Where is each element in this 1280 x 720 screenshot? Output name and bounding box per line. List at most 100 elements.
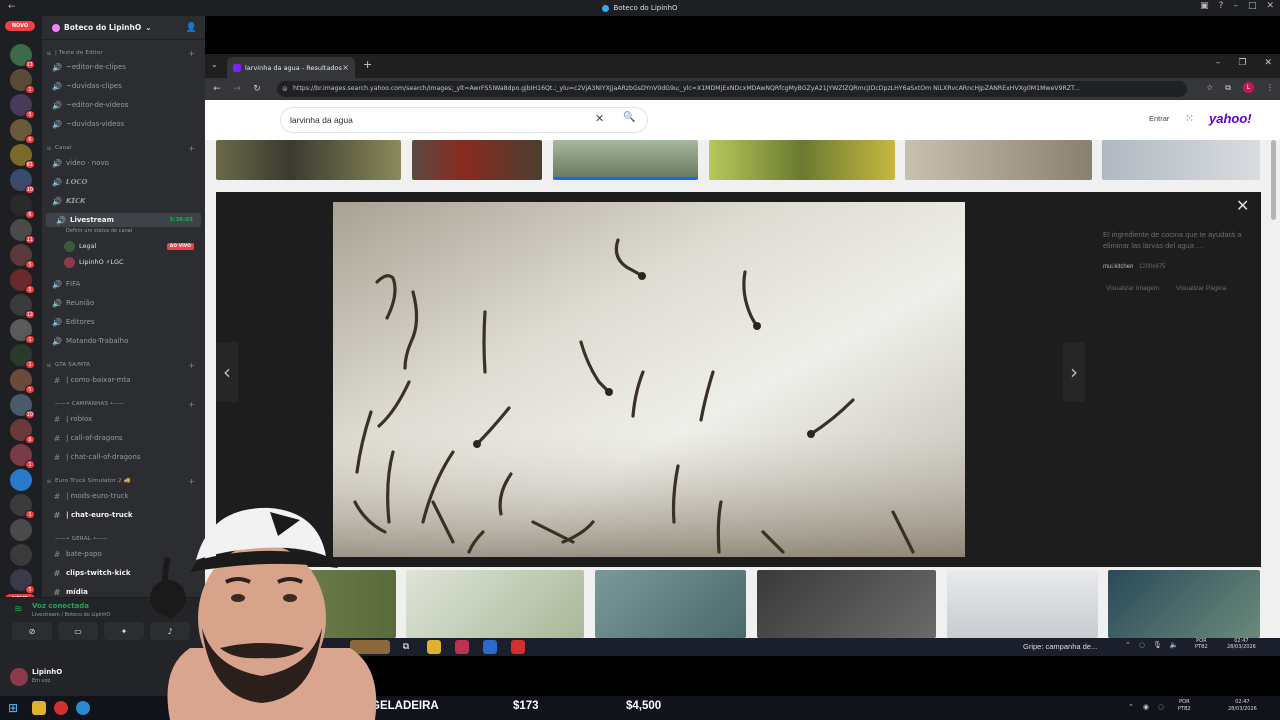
apps-grid-icon[interactable]: ⁙ [1185,112,1194,125]
server-icon[interactable]: 1 [10,319,35,344]
chrome-icon[interactable] [511,640,525,654]
result-thumbnail[interactable] [905,140,1092,180]
close-tab-icon[interactable]: × [342,63,349,72]
view-page-button[interactable]: Visualizar Página [1176,285,1226,292]
sign-in-link[interactable]: Entrar [1149,114,1169,123]
channel-editores[interactable]: 🔊 Editores [42,315,205,329]
channel-loco[interactable]: 🔊 𝙇𝙊𝘾𝙊 [42,175,205,189]
channel-editor-de-clipes[interactable]: 🔊 ~editor-de-clipes [42,60,205,74]
page-scrollbar[interactable] [1271,140,1276,220]
server-icon[interactable]: 6 [10,119,35,144]
category-gta[interactable]: ≡ GTA SA/MTA + [42,358,205,372]
restore-button[interactable]: ❐ [1238,58,1246,68]
server-icon[interactable]: 1 [10,444,35,469]
close-button[interactable]: ✕ [1266,1,1274,11]
server-icon[interactable] [10,469,32,491]
server-icon[interactable]: 8 [10,419,35,444]
back-arrow-icon[interactable]: ← [8,2,16,12]
channel-kick[interactable]: 🔊 𝙆𝙄𝘾𝙆 [42,194,205,208]
language-indicator[interactable]: POR PTB2 [1195,638,1208,650]
category-editor[interactable]: ≡ | Teste de Editor + [42,46,205,60]
view-image-button[interactable]: Visualizar Imagem [1106,285,1159,292]
channel-editor-de-videos[interactable]: 🔊 ~editor-de-videos [42,98,205,112]
clock[interactable]: 02:47 28/03/2026 [1228,699,1257,713]
channel-como-baixar-mta[interactable]: # | como-baixar-mta [42,373,205,387]
chevron-up-icon[interactable]: ⌃ [1128,703,1134,711]
app-tray-icon[interactable]: ◉ [1143,703,1149,711]
channel-duvidas-videos[interactable]: 🔊 ~duvidas-videos [42,117,205,131]
server-icon[interactable]: 11 [10,44,35,69]
profile-avatar[interactable]: L [1243,82,1254,93]
server-icon[interactable]: 10 [10,169,35,194]
server-icon[interactable]: 12 [10,294,35,319]
server-header[interactable]: Boteco do LipinhO ⌄ 👤 [42,16,205,40]
bookmark-star-icon[interactable]: ☆ [1206,83,1213,92]
add-channel-icon[interactable]: + [188,477,195,486]
category-canal[interactable]: ≡ Canal + [42,141,205,155]
mic-icon[interactable]: 🎙 [1153,641,1162,649]
result-thumbnail[interactable] [412,140,542,180]
site-info-icon[interactable]: ⊜ [282,81,288,97]
server-icon[interactable]: 5 [10,569,35,594]
channel-status-hint[interactable]: Definir um status de canal [66,228,132,234]
category-euro-truck[interactable]: ≡ Euro Truck Simulator 2 🚚 + [42,474,205,488]
camera-off-button[interactable]: ⊘ [12,622,52,640]
result-thumbnail[interactable] [947,570,1098,638]
clock[interactable]: 02:47 28/03/2026 [1227,638,1256,650]
channel-livestream[interactable]: 🔊 Livestream 5:38:03 [46,213,201,227]
file-explorer-icon[interactable] [32,701,46,715]
task-view-icon[interactable]: ⧉ [399,640,413,654]
result-thumbnail[interactable] [1102,140,1260,180]
tab-search-icon[interactable]: ⌄ [211,60,218,69]
channel-roblox[interactable]: # | roblox [42,412,205,426]
close-viewer-button[interactable]: ✕ [1236,196,1249,215]
close-button[interactable]: ✕ [1264,58,1272,68]
language-indicator[interactable]: POR PTB2 [1178,699,1191,713]
result-thumbnail[interactable] [595,570,746,638]
server-icon[interactable]: 5 [10,369,35,394]
activities-button[interactable]: ✦ [104,622,144,640]
browser-tab[interactable]: larvinha da agua - Resultados × [227,57,355,78]
add-channel-icon[interactable]: + [188,400,195,409]
server-icon[interactable]: 10 [10,394,35,419]
maximize-button[interactable]: □ [1248,1,1257,11]
channel-reuniao[interactable]: 🔊 Reunião [42,296,205,310]
previous-image-button[interactable]: ‹ [216,342,238,402]
forward-icon[interactable]: → [227,84,247,94]
reload-icon[interactable]: ↻ [247,84,267,94]
server-icon[interactable] [10,544,32,566]
news-widget[interactable]: Gripe: campanha de... [1023,642,1097,651]
server-icon[interactable]: 6 [10,194,35,219]
channel-matando-trabalho[interactable]: 🔊 Matando-Trabalho [42,334,205,348]
app-icon[interactable] [455,640,469,654]
server-icon[interactable]: 1 [10,69,35,94]
address-bar[interactable]: ⊜ https://br.images.search.yahoo.com/sea… [277,81,1187,97]
result-thumbnail[interactable] [216,140,401,180]
preview-image[interactable] [333,202,965,557]
server-icon[interactable]: 1 [10,344,35,369]
result-thumbnail[interactable] [553,140,698,180]
yahoo-logo[interactable]: yahoo! [1209,111,1252,126]
avatar[interactable] [10,668,28,686]
menu-icon[interactable]: ⋮ [1266,83,1274,92]
network-icon[interactable]: ◌ [1139,641,1145,649]
edge-icon[interactable] [76,701,90,715]
chrome-icon[interactable] [54,701,68,715]
result-thumbnail[interactable] [757,570,936,638]
channel-call-of-dragons[interactable]: # | call-of-dragons [42,431,205,445]
clear-search-icon[interactable]: ✕ [595,112,604,125]
server-icon[interactable]: 5 [10,244,35,269]
server-icon[interactable]: 5 [10,269,35,294]
windows-start-icon[interactable]: ⊞ [8,701,18,715]
new-tab-button[interactable]: + [363,58,372,71]
add-channel-icon[interactable]: + [188,361,195,370]
voice-member-legal[interactable]: Legal AO VIVO [64,239,204,253]
result-thumbnail[interactable] [709,140,895,180]
voice-member-lipinho[interactable]: LipinhO ⚡LGC [64,255,204,269]
server-icon[interactable]: 81 [10,144,35,169]
channel-chat-call-of-dragons[interactable]: # | chat-call-of-dragons [42,450,205,464]
invite-icon[interactable]: 👤 [186,23,197,33]
add-channel-icon[interactable]: + [188,49,195,58]
volume-icon[interactable]: 🔈 [1170,641,1179,649]
server-icon[interactable]: 11 [10,219,35,244]
